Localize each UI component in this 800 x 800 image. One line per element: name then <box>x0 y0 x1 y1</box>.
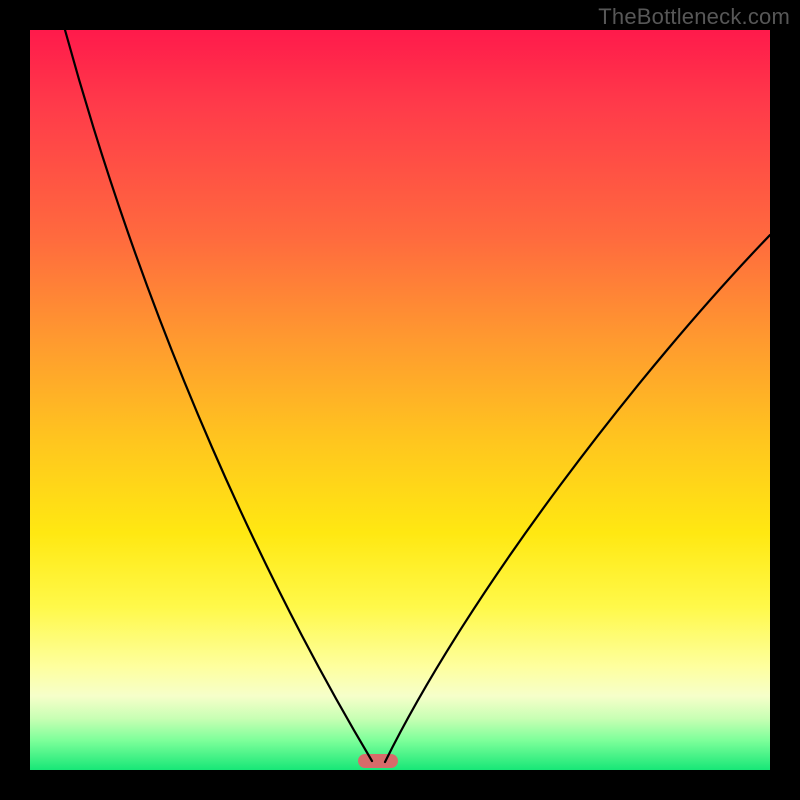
curve-right-arm <box>385 235 770 762</box>
chart-frame: TheBottleneck.com <box>0 0 800 800</box>
curve-layer <box>30 30 770 770</box>
curve-left-arm <box>65 30 372 761</box>
plot-area <box>30 30 770 770</box>
watermark-text: TheBottleneck.com <box>598 4 790 30</box>
